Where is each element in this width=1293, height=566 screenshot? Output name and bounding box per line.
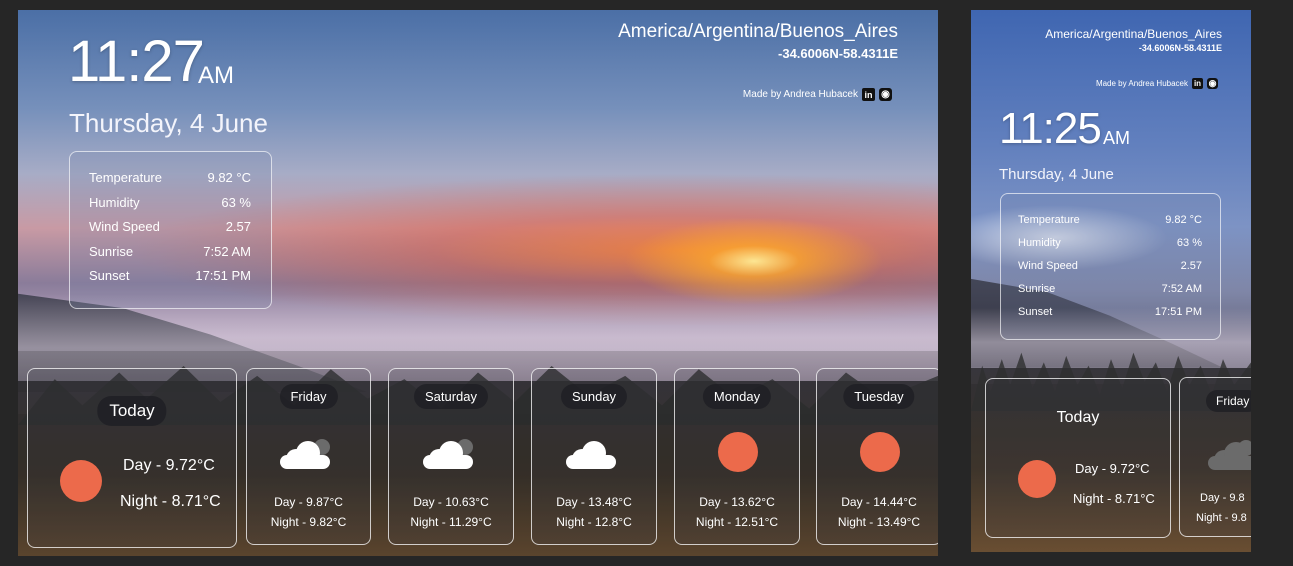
forecast-day-temp: Day - 9.72°C [123,457,215,474]
forecast-day-label: Today [1056,409,1100,426]
forecast-card-sunday: Sunday Day - 13.48°C Night - 12.8°C [531,368,657,545]
forecast-card-monday: Monday Day - 13.62°C Night - 12.51°C [674,368,800,545]
page-margin [1251,0,1293,566]
stat-humidity: Humidity 63 % [89,194,251,210]
forecast-night-temp: Night - 11.29°C [410,515,492,529]
mobile-weather-view: America/Argentina/Buenos_Aires -34.6006N… [971,10,1251,552]
sun-icon [1018,460,1056,498]
forecast-night-temp: Night - 9.82°C [270,515,347,529]
stat-sunrise: Sunrise 7:52 AM [89,243,251,259]
forecast-strip: Today Day - 9.72°C Night - 8.71°C Friday… [18,351,938,556]
sun-icon [60,460,102,502]
forecast-day-temp: Day - 13.62°C [699,495,775,509]
clock-ampm: AM [198,62,234,89]
author-credit: Made by Andrea Hubacek in ◉ [743,88,892,101]
forecast-day-label: Today [97,396,167,426]
stat-temperature: Temperature 9.82 °C [89,170,251,185]
author-credit: Made by Andrea Hubacek in ◉ [1096,78,1218,89]
timezone-location: America/Argentina/Buenos_Aires [1045,27,1222,41]
forecast-day-label: Sunday [560,384,628,409]
forecast-day-temp: Day - 9.72°C [1075,461,1150,476]
current-date: Thursday, 4 June [69,108,268,138]
forecast-card-friday: Friday Day - 9.87°C Night - 9.82°C [246,368,371,545]
coordinates: -34.6006N-58.4311E [778,46,898,61]
current-date: Thursday, 4 June [999,166,1114,183]
cloud-icon [566,437,622,471]
stat-humidity: Humidity 63 % [1018,237,1202,249]
sun-icon [718,432,758,472]
forecast-night-temp: Night - 8.71°C [1073,491,1155,506]
forecast-day-label: Tuesday [843,384,915,409]
github-icon[interactable]: ◉ [879,88,892,101]
forecast-card-friday: Friday Day - 9.8 Night - 9.8 [1179,377,1251,537]
forecast-day-label: Friday [1206,390,1251,412]
forecast-day-temp: Day - 9.87°C [274,495,343,509]
forecast-card-today: Today Day - 9.72°C Night - 8.71°C [27,368,237,548]
forecast-night-temp: Night - 12.8°C [556,515,632,529]
forecast-night-temp: Night - 9.8 [1196,512,1247,524]
forecast-day-temp: Day - 9.8 [1200,492,1245,504]
forecast-day-label: Friday [279,384,338,409]
linkedin-icon[interactable]: in [1192,78,1203,89]
current-weather-stats: Temperature 9.82 °C Humidity 63 % Wind Spe… [1000,193,1221,340]
stat-wind-speed: Wind Speed 2.57 [89,219,251,234]
current-weather-stats: Temperature 9.82 °C Humidity 63 % Wind Spe… [69,151,272,309]
clock-time: 11:27 [68,29,205,94]
stat-sunset: Sunset 17:51 PM [1018,306,1202,318]
github-icon[interactable]: ◉ [1207,78,1218,89]
forecast-card-tuesday: Tuesday Day - 14.44°C Night - 13.49°C [816,368,938,545]
author-credit-text: Made by Andrea Hubacek [742,89,858,100]
linkedin-icon[interactable]: in [862,88,875,101]
coordinates: -34.6006N-58.4311E [1138,43,1222,53]
clock-ampm: AM [1103,128,1130,148]
stat-temperature: Temperature 9.82 °C [1018,214,1202,226]
cloud-icon [280,437,336,471]
clock-time: 11:25 [999,104,1102,153]
forecast-day-temp: Day - 13.48°C [556,495,632,509]
timezone-location: America/Argentina/Buenos_Aires [618,21,898,42]
forecast-night-temp: Night - 8.71°C [120,493,221,510]
forecast-day-temp: Day - 10.63°C [413,495,489,509]
sun-icon [860,432,900,472]
cloud-icon [1208,438,1251,472]
stat-sunset: Sunset 17:51 PM [89,268,251,283]
forecast-night-temp: Night - 12.51°C [695,515,779,529]
desktop-weather-view: 11:27 AM Thursday, 4 June America/Argent… [18,10,938,556]
forecast-night-temp: Night - 13.49°C [837,515,921,529]
forecast-card-saturday: Saturday Day - 10.63°C Night - 11.29°C [388,368,514,545]
forecast-card-today: Today Day - 9.72°C Night - 8.71°C [985,378,1171,538]
forecast-day-label: Saturday [413,384,489,409]
forecast-day-temp: Day - 14.44°C [841,495,917,509]
cloud-icon [423,437,479,471]
forecast-day-label: Monday [702,384,772,409]
stat-wind-speed: Wind Speed 2.57 [1018,260,1202,272]
stat-sunrise: Sunrise 7:52 AM [1018,283,1202,295]
author-credit-text: Made by Andrea Hubacek [1095,79,1188,88]
